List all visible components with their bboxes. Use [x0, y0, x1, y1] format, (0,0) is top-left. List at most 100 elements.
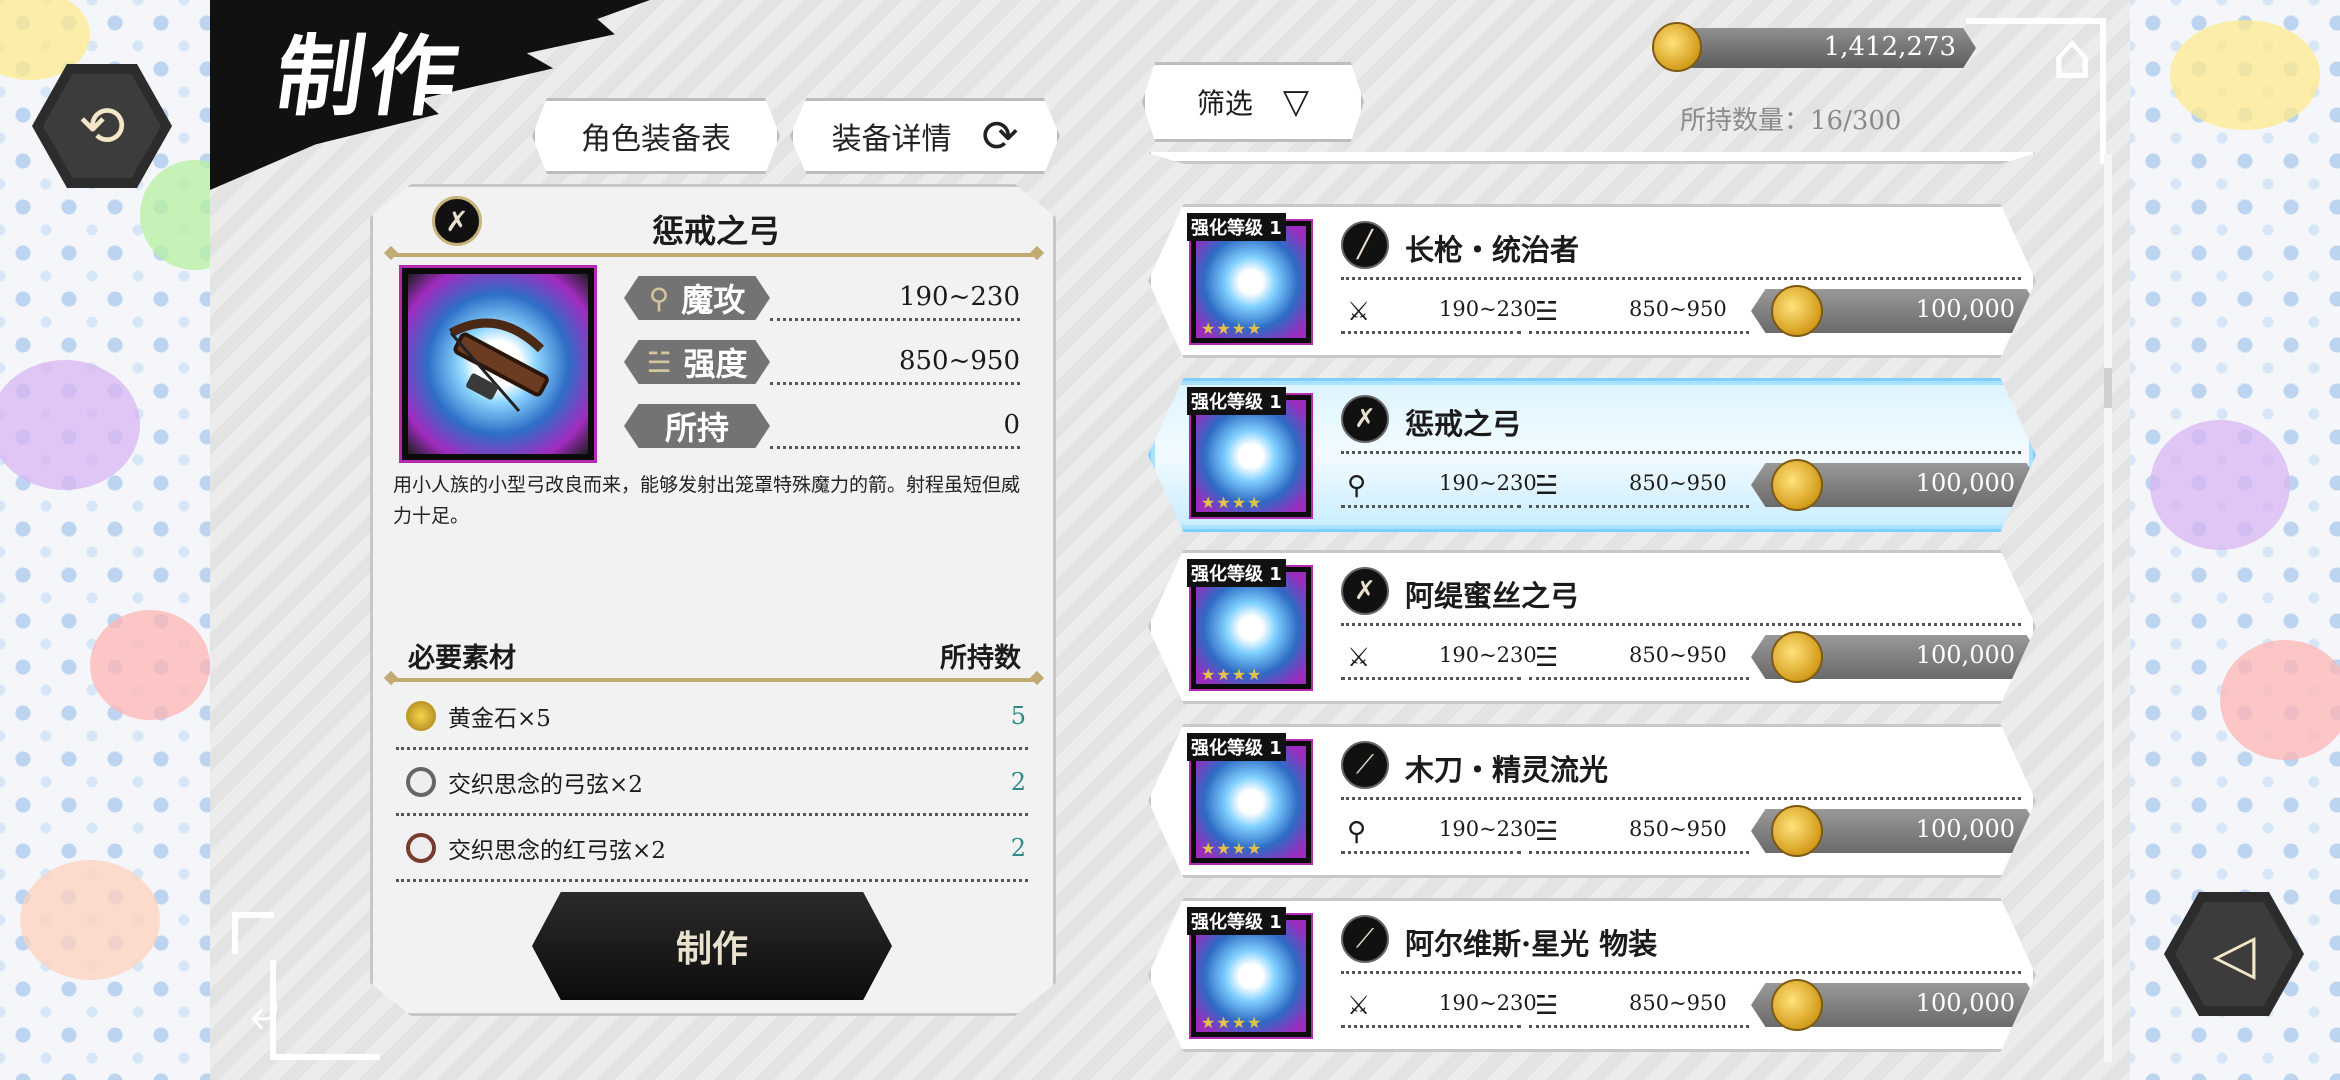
divider [390, 678, 1038, 682]
scrollbar-thumb[interactable] [2104, 368, 2112, 408]
crossbow-type-icon: ✗ [1341, 567, 1389, 615]
home-button[interactable]: ⌂ [2030, 20, 2114, 100]
divider [1341, 851, 1521, 854]
rarity-stars: ★★★★ [1201, 1013, 1263, 1032]
item-def: 850~950 [1629, 297, 1727, 321]
material-row[interactable]: 交织思念的红弓弦×2 2 [396, 816, 1028, 882]
item-def: 850~950 [1629, 817, 1727, 841]
stat-label-text: 魔攻 [681, 281, 746, 319]
strength-icon: ☱ [1535, 297, 1559, 327]
return-arrow-icon[interactable]: ⤶ [250, 982, 279, 1043]
material-name: 交织思念的弓弦×2 [448, 771, 643, 798]
bowstring-icon [406, 766, 436, 797]
item-name: 阿尔维斯·星光 物装 [1405, 927, 1658, 961]
stat-value-strength: 850~950 [770, 346, 1020, 385]
stat-label-text: 强度 [683, 345, 748, 383]
sword-type-icon: ⟋ [1341, 741, 1389, 789]
item-name: 惩戒之弓 [1405, 407, 1522, 441]
item-atk: 190~230 [1439, 471, 1537, 495]
enhance-level-badge: 强化等级 1 [1187, 733, 1286, 761]
divider [1529, 331, 1749, 334]
list-item-selected[interactable]: 强化等级 1 ★★★★ ✗ 惩戒之弓 ⚲ 190~230 ☱ 850~950 1… [1148, 378, 2036, 532]
gold-coin-icon [1771, 805, 1823, 857]
divider [1529, 1025, 1749, 1028]
item-def: 850~950 [1629, 643, 1727, 667]
equipment-list[interactable]: 强化等级 1 ★★★★ ╱ 长枪・统治者 ⚔ 190~230 ☱ 850~950… [1140, 152, 2050, 1062]
craft-button-label: 制作 [675, 928, 748, 970]
material-name: 黄金石×5 [448, 705, 551, 732]
strength-icon: ☱ [1535, 817, 1559, 847]
swap-arrows-icon: ⟲ [43, 74, 161, 178]
material-count: 5 [1010, 701, 1026, 730]
stat-label-strength: ☱ 强度 [624, 340, 770, 384]
craft-button[interactable]: 制作 [532, 892, 892, 1000]
corner-ornament [270, 960, 380, 1060]
item-name: 长枪・统治者 [1405, 233, 1580, 267]
divider [1529, 505, 1749, 508]
strength-icon: ☱ [1535, 991, 1559, 1021]
stat-label-text: 所持 [664, 409, 729, 447]
gold-stone-icon [406, 700, 436, 731]
material-count: 2 [1010, 833, 1026, 862]
item-def: 850~950 [1629, 471, 1727, 495]
strength-icon: ☱ [646, 345, 672, 379]
tab-equipment-detail-label: 装备详情 [831, 122, 952, 157]
tab-equipment-table[interactable]: 角色装备表 [532, 98, 780, 174]
crossbow-type-icon: ✗ [1341, 395, 1389, 443]
gold-coin-icon [1771, 285, 1823, 337]
filter-label: 筛选 [1196, 87, 1253, 120]
selected-item-name: 惩戒之弓 [652, 212, 781, 250]
crossbow-type-icon: ✗ [432, 196, 482, 246]
home-icon: ⌂ [2051, 20, 2093, 94]
list-item[interactable]: 强化等级 1 ★★★★ ⟋ 阿尔维斯·星光 物装 ⚔ 190~230 ☱ 850… [1148, 898, 2036, 1052]
selected-item-image [399, 265, 597, 463]
currency-amount: 1,412,273 [1823, 32, 1956, 62]
rarity-stars: ★★★★ [1201, 493, 1263, 512]
gold-coin-icon [1652, 22, 1702, 72]
gold-coin-icon [1771, 631, 1823, 683]
divider [1341, 331, 1521, 334]
list-item[interactable]: 强化等级 1 ★★★★ ⟋ 木刀・精灵流光 ⚲ 190~230 ☱ 850~95… [1148, 724, 2036, 878]
material-row[interactable]: 交织思念的弓弦×2 2 [396, 750, 1028, 816]
filter-triangle-icon: ▽ [1282, 82, 1310, 122]
divider [1341, 797, 2021, 800]
material-name: 交织思念的红弓弦×2 [448, 837, 666, 864]
material-count: 2 [1010, 767, 1026, 796]
divider [1341, 277, 2021, 280]
filter-button[interactable]: 筛选 ▽ [1142, 62, 1364, 142]
red-bowstring-icon [406, 832, 436, 863]
list-scrollbar[interactable] [2104, 154, 2112, 1062]
list-item[interactable]: 强化等级 1 ★★★★ ✗ 阿缇蜜丝之弓 ⚔ 190~230 ☱ 850~950… [1148, 550, 2036, 704]
crossbow-icon [448, 318, 549, 412]
stat-label-magic-attack: ⚲ 魔攻 [624, 276, 770, 320]
stat-value-magic-attack: 190~230 [770, 282, 1020, 321]
sound-mute-icon: ◁ [2175, 902, 2293, 1006]
divider [1341, 971, 2021, 974]
enhance-level-badge: 强化等级 1 [1187, 559, 1286, 587]
materials-header: 必要素材 [408, 643, 516, 674]
currency-bar: 1,412,273 [1656, 28, 1976, 68]
gold-coin-icon [1771, 459, 1823, 511]
enhance-level-badge: 强化等级 1 [1187, 907, 1286, 935]
tab-equipment-detail[interactable]: 装备详情 ⟳ [790, 98, 1060, 174]
item-atk: 190~230 [1439, 643, 1537, 667]
tab-equipment-table-label: 角色装备表 [581, 122, 731, 157]
divider [1341, 451, 2021, 454]
attack-icon: ⚔ [1347, 643, 1371, 673]
owned-count-header: 所持数 [940, 643, 1021, 674]
material-row[interactable]: 黄金石×5 5 [396, 684, 1028, 750]
list-item[interactable]: 强化等级 1 ★★★★ ╱ 长枪・统治者 ⚔ 190~230 ☱ 850~950… [1148, 204, 2036, 358]
divider [1341, 1025, 1521, 1028]
divider [1341, 505, 1521, 508]
list-item-partial[interactable] [1148, 152, 2036, 164]
item-name: 木刀・精灵流光 [1405, 753, 1609, 787]
stat-value-owned: 0 [770, 410, 1020, 449]
rarity-stars: ★★★★ [1201, 319, 1263, 338]
divider [1341, 623, 2021, 626]
holding-count: 所持数量：16/300 [1680, 106, 1902, 136]
gold-coin-icon [1771, 979, 1823, 1031]
stat-label-owned: 所持 [624, 404, 770, 448]
strength-icon: ☱ [1535, 643, 1559, 673]
attack-icon: ⚔ [1347, 991, 1371, 1021]
item-atk: 190~230 [1439, 991, 1537, 1015]
